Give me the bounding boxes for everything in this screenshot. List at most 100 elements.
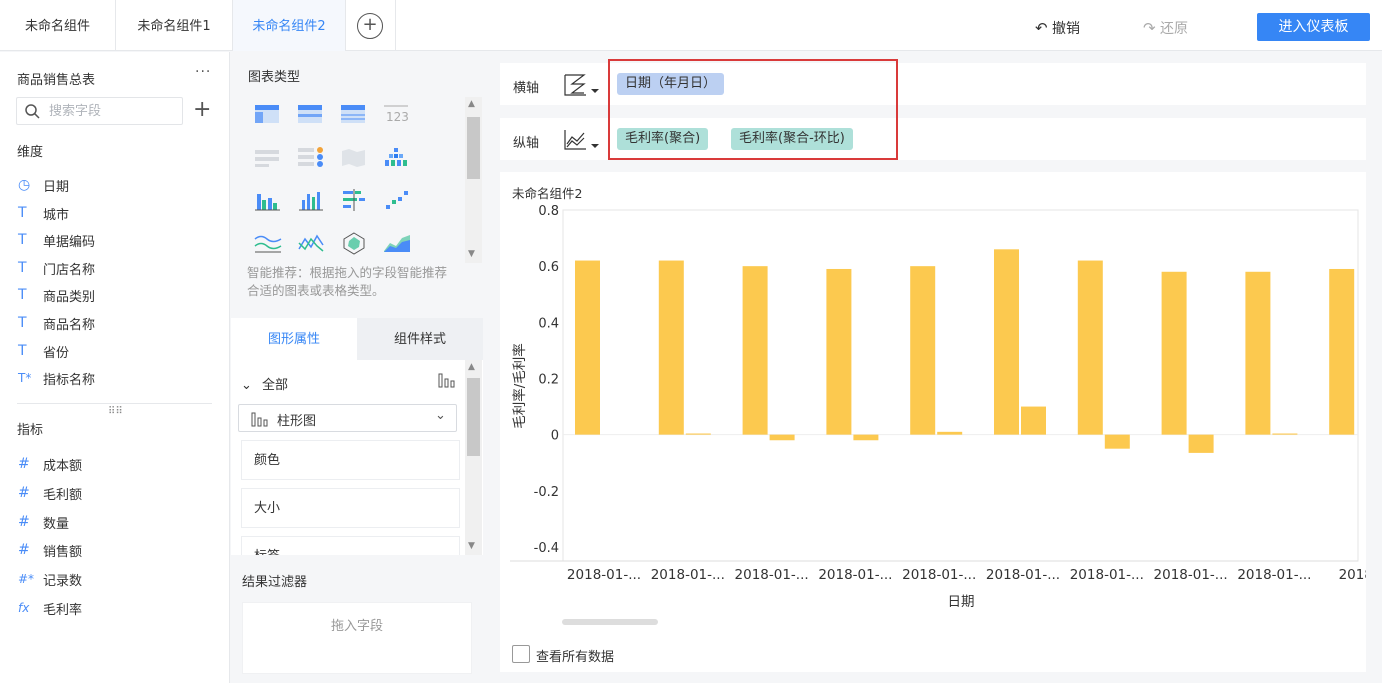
add-field-button[interactable]: + <box>193 97 211 123</box>
bar[interactable] <box>1272 433 1298 435</box>
view-all-data-checkbox[interactable] <box>512 645 530 663</box>
bar[interactable] <box>910 266 936 435</box>
grouped-bar-chart-icon[interactable] <box>253 188 283 212</box>
horizontal-bar-chart-icon[interactable] <box>339 188 369 212</box>
bar-chart-icon[interactable] <box>296 188 326 212</box>
progress-widget-icon[interactable] <box>296 145 326 169</box>
chart-types-scrollbar[interactable]: ▲ ▼ <box>465 97 482 263</box>
y-tick-label: 0 <box>551 429 559 444</box>
x-tick-label: 2018- <box>1339 567 1366 583</box>
measure-field-label: 毛利额 <box>43 487 83 503</box>
scroll-down-icon[interactable]: ▼ <box>468 249 475 259</box>
undo-button[interactable]: ↶ 撤销 <box>1035 18 1080 38</box>
bar[interactable] <box>1021 406 1046 435</box>
text-widget-icon[interactable] <box>253 145 283 169</box>
y-tick-label: 0.8 <box>538 204 559 219</box>
bar[interactable] <box>1077 260 1103 435</box>
axis-chart-type-icon[interactable] <box>562 127 600 153</box>
svg-text:123: 123 <box>386 110 409 124</box>
bar[interactable] <box>575 260 600 435</box>
calculated-number-icon: #* <box>18 572 35 587</box>
bar[interactable] <box>742 266 768 435</box>
bar-chart-icon <box>251 412 268 427</box>
filter-dropzone[interactable]: 拖入字段 <box>242 602 472 674</box>
number-type-icon: # <box>18 513 30 530</box>
calculated-text-icon: T* <box>18 371 32 386</box>
chart-type-select[interactable]: 柱形图 ⌄ <box>238 404 457 432</box>
bar[interactable] <box>853 434 879 441</box>
text-type-icon: T <box>18 287 27 304</box>
size-property[interactable]: 大小 <box>241 488 460 528</box>
scroll-down-icon[interactable]: ▼ <box>468 541 475 551</box>
tab-component-style[interactable]: 组件样式 <box>357 318 483 360</box>
scroll-up-icon[interactable]: ▲ <box>468 99 475 109</box>
x-tick-label: 2018-01-... <box>1070 567 1144 583</box>
tab-unnamed-component-1[interactable]: 未命名组件1 <box>116 0 233 51</box>
bar[interactable] <box>826 268 852 435</box>
bar[interactable] <box>1161 271 1187 435</box>
x-tick-label: 2018-01-... <box>735 567 809 583</box>
heatmap-chart-icon[interactable] <box>382 145 412 169</box>
tab-unnamed-component-2[interactable]: 未命名组件2 <box>233 0 346 51</box>
bar[interactable] <box>937 431 963 435</box>
scroll-thumb[interactable] <box>467 378 480 456</box>
undo-icon: ↶ <box>1035 19 1048 37</box>
dimension-field-label: 商品类别 <box>43 290 96 306</box>
more-options-icon[interactable]: ··· <box>195 64 211 80</box>
chart-horizontal-scrollbar[interactable] <box>562 619 658 625</box>
x-tick-label: 2018-01-... <box>1154 567 1228 583</box>
detail-table-icon[interactable] <box>339 102 369 126</box>
all-series-toggle[interactable]: ⌄ 全部 <box>241 374 288 393</box>
bar[interactable] <box>769 434 795 441</box>
multi-line-chart-icon[interactable] <box>253 231 283 255</box>
tab-graphic-properties[interactable]: 图形属性 <box>231 318 357 360</box>
x-tick-label: 2018-01-... <box>986 567 1060 583</box>
tab-unnamed-component[interactable]: 未命名组件 <box>0 0 116 51</box>
dimension-field-label: 省份 <box>43 345 70 361</box>
text-type-icon: T <box>18 342 27 359</box>
dimension-field-label: 日期 <box>43 180 70 195</box>
bar[interactable] <box>685 433 711 435</box>
y-tick-label: 0.4 <box>538 316 559 331</box>
field-search-box <box>16 97 183 125</box>
resize-handle-icon[interactable]: ⠿⠿ <box>108 406 123 417</box>
table-chart-icon[interactable] <box>253 102 283 126</box>
axis-sort-icon[interactable] <box>562 72 600 98</box>
scatter-chart-icon[interactable] <box>382 188 412 212</box>
dimension-field-label: 城市 <box>43 207 70 223</box>
area-chart-icon[interactable] <box>382 231 412 255</box>
bar[interactable] <box>658 260 684 435</box>
bar[interactable] <box>1104 434 1130 449</box>
color-property[interactable]: 颜色 <box>241 440 460 480</box>
properties-scrollbar[interactable]: ▲ ▼ <box>465 360 482 555</box>
bar[interactable] <box>1245 271 1271 435</box>
kpi-number-icon[interactable]: 123 <box>382 102 412 126</box>
dimension-field-label: 商品名称 <box>43 318 96 333</box>
y-tick-label: -0.4 <box>534 541 559 556</box>
y-tick-label: 0.6 <box>538 260 559 275</box>
x-tick-label: 2018-01-... <box>818 567 892 583</box>
radar-chart-icon[interactable] <box>339 231 369 255</box>
property-tabs: 图形属性 组件样式 <box>231 318 483 360</box>
scroll-up-icon[interactable]: ▲ <box>468 362 475 372</box>
add-tab-button[interactable]: + <box>357 13 383 39</box>
x-tick-label: 2018-01-... <box>567 567 641 583</box>
redo-button[interactable]: ↷ 还原 <box>1143 18 1188 38</box>
bar[interactable] <box>994 249 1019 435</box>
text-type-icon: T <box>18 204 27 221</box>
x-tick-label: 2018-01-... <box>1237 567 1311 583</box>
x-tick-label: 2018-01-... <box>651 567 725 583</box>
scroll-thumb[interactable] <box>467 117 480 179</box>
measure-field-label: 销售额 <box>43 545 83 561</box>
crosstab-chart-icon[interactable] <box>296 102 326 126</box>
line-chart-icon[interactable] <box>296 231 326 255</box>
search-input[interactable] <box>49 102 177 120</box>
map-chart-icon[interactable] <box>339 145 369 169</box>
number-type-icon: # <box>18 542 30 559</box>
top-bar: 未命名组件 未命名组件1 未命名组件2 + ↶ 撤销 ↷ 还原 进入仪表板 <box>0 0 1382 51</box>
enter-dashboard-button[interactable]: 进入仪表板 <box>1257 13 1370 41</box>
result-filter-title: 结果过滤器 <box>242 575 308 590</box>
bar[interactable] <box>1188 434 1214 453</box>
bar[interactable] <box>1329 268 1355 435</box>
label-property[interactable]: 标签 <box>241 536 460 555</box>
